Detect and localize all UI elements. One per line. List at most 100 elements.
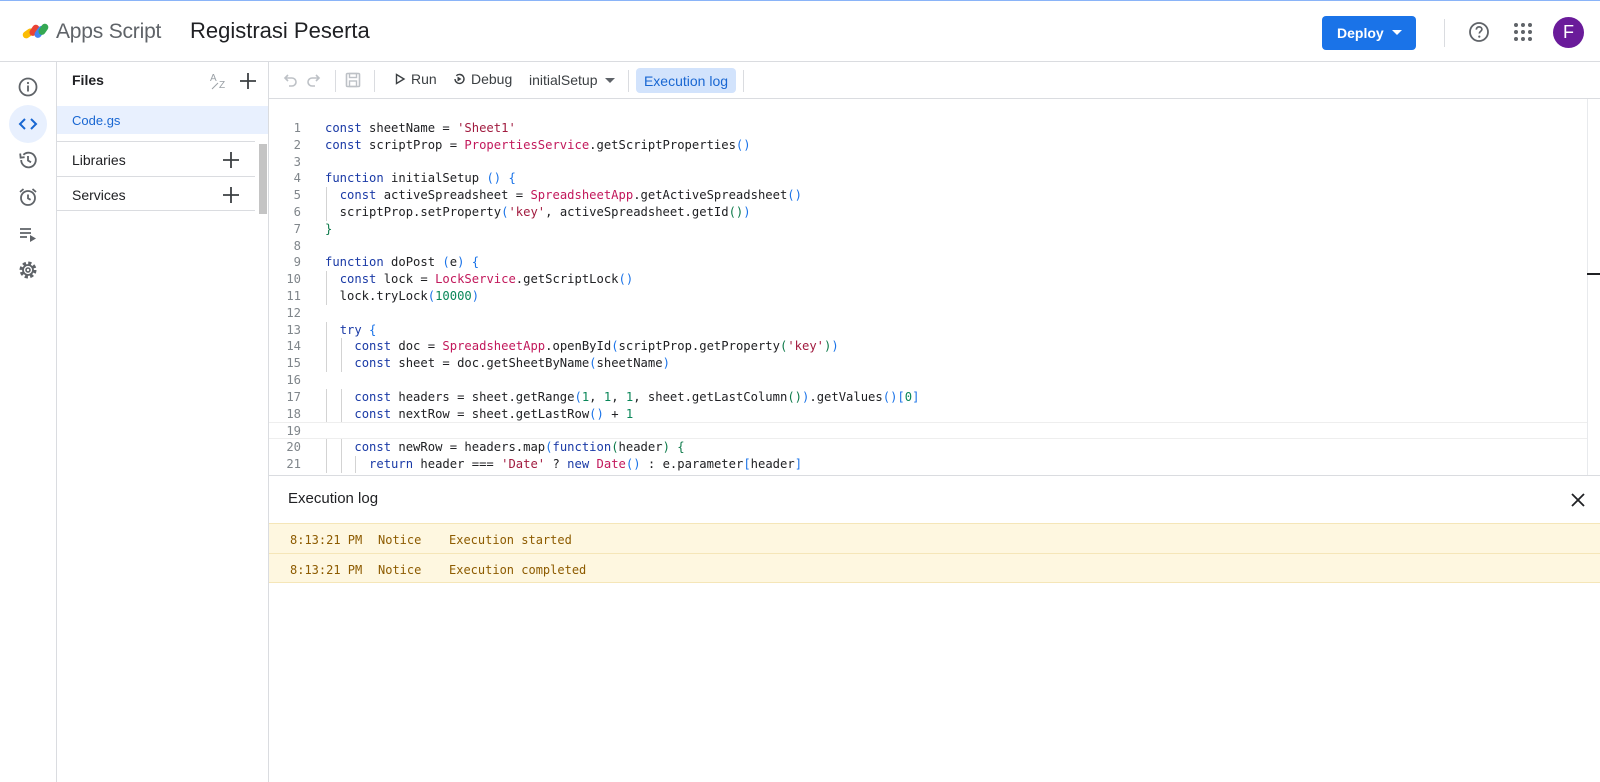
- code-line[interactable]: 21 return header === 'Date' ? new Date()…: [269, 456, 1587, 473]
- code-line[interactable]: 19: [269, 422, 1587, 440]
- code-line[interactable]: 4 function initialSetup () {: [269, 170, 1587, 187]
- code-line[interactable]: 12: [269, 305, 1587, 322]
- app-name[interactable]: Apps Script: [56, 20, 161, 44]
- line-number: 3: [293, 154, 301, 169]
- line-number: 4: [293, 171, 301, 186]
- execution-log-button[interactable]: Execution log: [636, 68, 736, 93]
- line-number: 12: [286, 305, 301, 320]
- indent-guide: [326, 388, 327, 406]
- code-line[interactable]: 9 function doPost (e) {: [269, 254, 1587, 271]
- code-line[interactable]: 20 const newRow = headers.map(function(h…: [269, 439, 1587, 456]
- add-service-icon[interactable]: [221, 185, 241, 205]
- code-editor[interactable]: 1 const sheetName = 'Sheet1' 2 const script…: [269, 99, 1600, 475]
- rail-overview-button[interactable]: [9, 68, 47, 106]
- help-icon[interactable]: [1468, 21, 1490, 43]
- code-text: }: [325, 221, 333, 236]
- log-entry-time: 8:13:21 PM: [290, 563, 363, 577]
- editor-scrollbar[interactable]: [1587, 99, 1600, 475]
- add-library-icon[interactable]: [221, 150, 241, 170]
- section-divider: [57, 210, 255, 211]
- run-button[interactable]: Run: [394, 71, 437, 87]
- svg-text:A: A: [210, 73, 217, 84]
- toolbar-divider: [374, 70, 375, 92]
- code-text: const headers = sheet.getRange(1, 1, 1, …: [354, 389, 920, 404]
- deploy-button[interactable]: Deploy: [1322, 16, 1416, 50]
- debug-label: Debug: [471, 71, 513, 87]
- line-number: 17: [286, 389, 301, 404]
- indent-guide: [326, 271, 327, 288]
- execution-log-title: Execution log: [288, 490, 379, 507]
- log-entry-message: Execution completed: [449, 563, 587, 577]
- run-label: Run: [411, 71, 437, 87]
- line-number: 14: [286, 339, 301, 354]
- line-number: 18: [286, 406, 301, 421]
- code-text: const newRow = headers.map(function(head…: [354, 440, 685, 455]
- project-title[interactable]: Registrasi Peserta: [190, 18, 370, 44]
- code-line[interactable]: 17 const headers = sheet.getRange(1, 1, …: [269, 389, 1587, 406]
- line-number: 13: [286, 322, 301, 337]
- code-line[interactable]: 1 const sheetName = 'Sheet1': [269, 120, 1587, 137]
- files-scrollbar[interactable]: [259, 144, 267, 214]
- code-text: return header === 'Date' ? new Date() : …: [369, 457, 803, 471]
- chevron-down-icon: [605, 78, 615, 83]
- code-line[interactable]: 16: [269, 372, 1587, 389]
- code-line[interactable]: 14 const doc = SpreadsheetApp.openById(s…: [269, 338, 1587, 355]
- left-nav-rail: [0, 62, 57, 782]
- code-text: const activeSpreadsheet = SpreadsheetApp…: [339, 188, 802, 203]
- indent-guide: [326, 204, 327, 221]
- indent-guide: [326, 338, 327, 356]
- code-text: const nextRow = sheet.getLastRow() + 1: [354, 406, 634, 421]
- code-line[interactable]: 15 const sheet = doc.getSheetByName(shee…: [269, 355, 1587, 372]
- log-entry-message: Execution started: [449, 533, 572, 547]
- code-line[interactable]: 6 scriptProp.setProperty('key', activeSp…: [269, 204, 1587, 221]
- code-line[interactable]: 13 try {: [269, 322, 1587, 339]
- code-text: const lock = LockService.getScriptLock(): [339, 272, 634, 287]
- code-text: const scriptProp = PropertiesService.get…: [325, 137, 751, 152]
- rail-editor-button[interactable]: [9, 105, 47, 143]
- chevron-down-icon: [1392, 30, 1402, 35]
- indent-guide: [340, 388, 342, 406]
- code-line[interactable]: 3: [269, 154, 1587, 171]
- debug-button[interactable]: Debug: [452, 71, 512, 87]
- files-panel: Files A Z Code.gs Libraries Services: [57, 62, 269, 782]
- indent-guide: [340, 338, 342, 356]
- undo-icon[interactable]: [281, 71, 299, 89]
- avatar[interactable]: F: [1553, 17, 1584, 48]
- code-line[interactable]: 2 const scriptProp = PropertiesService.ge…: [269, 137, 1587, 154]
- code-line[interactable]: 5 const activeSpreadsheet = SpreadsheetA…: [269, 187, 1587, 204]
- log-entry-time: 8:13:21 PM: [290, 533, 363, 547]
- file-item-code-gs[interactable]: Code.gs: [57, 106, 268, 134]
- redo-icon[interactable]: [305, 71, 323, 89]
- rail-settings-button[interactable]: [9, 251, 47, 289]
- file-item-label: Code.gs: [72, 113, 121, 128]
- save-icon[interactable]: [344, 71, 362, 89]
- line-number: 1: [293, 121, 301, 135]
- deploy-button-label: Deploy: [1337, 25, 1384, 41]
- rail-triggers-button[interactable]: [9, 178, 47, 216]
- code-line[interactable]: 7}: [269, 221, 1587, 238]
- function-select[interactable]: initialSetup: [529, 72, 598, 88]
- line-number: 2: [293, 137, 301, 152]
- rail-executions-button[interactable]: [9, 215, 47, 253]
- svg-text:Z: Z: [219, 80, 225, 91]
- sort-az-icon[interactable]: A Z: [209, 70, 231, 92]
- google-apps-icon[interactable]: [1513, 22, 1533, 42]
- toolbar-divider: [335, 70, 336, 92]
- apps-script-logo-icon[interactable]: [20, 18, 52, 46]
- rail-history-button[interactable]: [9, 141, 47, 179]
- line-number: 10: [286, 272, 301, 287]
- code-line[interactable]: 10 const lock = LockService.getScriptLoc…: [269, 271, 1587, 288]
- close-icon[interactable]: [1569, 491, 1587, 509]
- line-number: 15: [286, 356, 301, 371]
- add-file-icon[interactable]: [238, 71, 258, 91]
- line-number: 5: [293, 188, 301, 203]
- code-line[interactable]: 18 const nextRow = sheet.getLastRow() + …: [269, 406, 1587, 423]
- indent-guide: [355, 456, 357, 473]
- line-number: 9: [293, 255, 301, 270]
- log-entry: 8:13:21 PM Notice Execution started: [269, 523, 1600, 553]
- debug-icon: [454, 73, 465, 85]
- code-line[interactable]: 8: [269, 238, 1587, 255]
- code-line[interactable]: 11 lock.tryLock(10000): [269, 288, 1587, 305]
- line-number: 6: [293, 205, 301, 219]
- libraries-section: Libraries: [57, 141, 255, 177]
